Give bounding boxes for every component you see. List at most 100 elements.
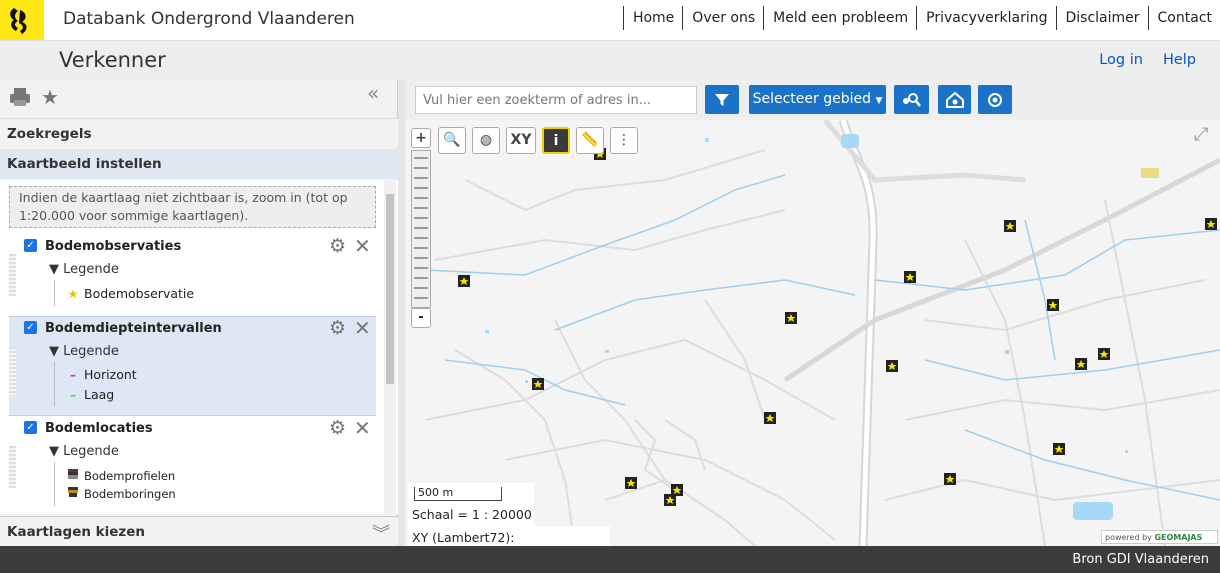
gear-icon[interactable]: ⚙ [329, 318, 346, 338]
nav-contact[interactable]: Contact [1147, 6, 1220, 30]
drag-handle[interactable] [9, 347, 16, 395]
drag-handle[interactable] [9, 446, 16, 488]
layer-list: Indien de kaartlaag niet zichtbaar is, z… [0, 180, 398, 514]
section-kaartbeeld[interactable]: Kaartbeeld instellen [0, 149, 398, 179]
footer-source: Bron GDI Vlaanderen [1072, 552, 1209, 567]
legend-item-label: Bodemprofielen [84, 469, 176, 483]
legend-label: Legende [63, 344, 119, 359]
print-icon[interactable] [8, 86, 32, 108]
filter-button[interactable] [705, 85, 739, 114]
nav-over-ons[interactable]: Over ons [682, 6, 763, 30]
zoom-box-button[interactable]: 🔍 [438, 127, 466, 154]
flemish-lion-logo[interactable] [0, 0, 44, 40]
layer-list-scrollbar[interactable] [384, 180, 396, 514]
legend-item-label: Bodemboringen [84, 487, 176, 501]
sub-nav: Log in Help [1099, 52, 1196, 68]
panel-splitter[interactable] [398, 80, 405, 546]
nav-meld-probleem[interactable]: Meld een probleem [763, 6, 916, 30]
panel-tools: ★ [8, 86, 62, 108]
legend-item: Bodemboringen [66, 486, 176, 501]
home-search-icon [945, 91, 964, 108]
powered-by-text: powered by [1105, 533, 1152, 542]
full-extent-button[interactable]: ◍ [472, 127, 500, 154]
section-kaartlagen-kiezen[interactable]: Kaartlagen kiezen [0, 516, 398, 546]
layer-name: Bodemdiepteintervallen [45, 321, 222, 336]
left-panel: ★ « Zoekregels Kaartbeeld instellen Indi… [0, 80, 398, 546]
top-nav: Home Over ons Meld een probleem Privacyv… [622, 6, 1220, 30]
layer-bodemlocaties: ✓ Bodemlocaties ⚙ ✕ ▼ Legende Bodemprofi… [9, 416, 376, 514]
legend-label: Legende [63, 262, 119, 277]
home-tool-button[interactable] [938, 85, 971, 114]
zoom-slider[interactable] [411, 150, 431, 308]
layer-checkbox[interactable]: ✓ [24, 239, 37, 252]
nav-home[interactable]: Home [622, 6, 682, 30]
legend-tree-line [54, 462, 55, 506]
nav-disclaimer[interactable]: Disclaimer [1055, 6, 1148, 30]
page-title: Verkenner [59, 48, 166, 72]
layer-bodemdiepteintervallen: ✓ Bodemdiepteintervallen ⚙ ✕ ▼ Legende –… [9, 316, 376, 416]
top-header: Databank Ondergrond Vlaanderen Home Over… [0, 0, 1220, 40]
select-area-button[interactable]: Selecteer gebied ▼ [749, 85, 886, 114]
triangle-down-icon: ▼ [49, 262, 59, 277]
legend-toggle[interactable]: ▼ Legende [49, 344, 119, 359]
line-symbol-icon: – [70, 388, 76, 402]
search-input[interactable] [415, 86, 697, 114]
scale-text: Schaal = 1 : 20000 [412, 507, 532, 522]
login-link[interactable]: Log in [1099, 52, 1143, 68]
drag-handle[interactable] [9, 254, 16, 296]
powered-by-badge[interactable]: powered by GEOMAJAS [1101, 530, 1218, 544]
section-zoekregels[interactable]: Zoekregels [0, 118, 398, 148]
drill-icon: ⋮ [617, 132, 631, 148]
nav-privacy[interactable]: Privacyverklaring [916, 6, 1055, 30]
gear-icon[interactable]: ⚙ [329, 236, 346, 256]
globe-icon: ◍ [479, 132, 493, 148]
legend-item: Bodemprofielen [66, 468, 175, 483]
ruler-icon: 📏 [581, 132, 599, 148]
drill-button[interactable]: ⋮ [610, 127, 638, 154]
help-link[interactable]: Help [1163, 52, 1196, 68]
profile-symbol-icon [66, 468, 80, 483]
info-icon: i [553, 133, 559, 149]
line-symbol-icon: – [70, 368, 76, 382]
layer-checkbox[interactable]: ✓ [24, 321, 37, 334]
star-symbol-icon: ★ [67, 287, 79, 301]
layer-bodemobservaties: ✓ Bodemobservaties ⚙ ✕ ▼ Legende ★ Bodemo… [9, 234, 376, 316]
legend-item: – Laag [66, 387, 114, 402]
gear-icon[interactable]: ⚙ [329, 418, 346, 438]
geomajas-logo: GEOMAJAS [1154, 533, 1203, 542]
zoom-magnifier-icon: 🔍 [443, 132, 461, 148]
legend-item: ★ Bodemobservatie [66, 286, 194, 301]
caret-down-icon: ▼ [875, 96, 883, 106]
expand-down-icon[interactable]: ︾ [372, 520, 390, 546]
legend-tree-line [54, 280, 55, 306]
legend-toggle[interactable]: ▼ Legende [49, 444, 119, 459]
fullscreen-icon[interactable]: ⤢ [1194, 124, 1208, 145]
layer-checkbox[interactable]: ✓ [24, 421, 37, 434]
layer-name: Bodemobservaties [45, 239, 182, 254]
legend-item-label: Laag [84, 387, 115, 402]
legend-toggle[interactable]: ▼ Legende [49, 262, 119, 277]
identify-tool-button[interactable] [894, 85, 929, 114]
locate-tool-button[interactable] [978, 85, 1012, 114]
app-title[interactable]: Databank Ondergrond Vlaanderen [63, 9, 355, 29]
legend-item: – Horizont [66, 367, 137, 382]
close-icon[interactable]: ✕ [354, 236, 371, 256]
zoom-out-button[interactable]: - [411, 308, 431, 328]
footer: Bron GDI Vlaanderen [0, 546, 1220, 573]
measure-button[interactable]: 📏 [576, 127, 604, 154]
info-button[interactable]: i [542, 127, 570, 154]
collapse-panel-icon[interactable]: « [367, 82, 389, 104]
star-icon[interactable]: ★ [38, 86, 62, 108]
zoom-in-button[interactable]: + [411, 128, 431, 148]
map-area: Selecteer gebied ▼ [405, 80, 1220, 546]
xy-readout: XY (Lambert72): [408, 526, 610, 546]
identify-icon [902, 93, 921, 107]
xy-button[interactable]: XY [506, 127, 536, 154]
select-area-label: Selecteer gebied [752, 91, 872, 107]
close-icon[interactable]: ✕ [354, 318, 371, 338]
boring-symbol-icon [66, 486, 80, 501]
close-icon[interactable]: ✕ [354, 418, 371, 438]
scroll-thumb[interactable] [386, 194, 394, 384]
legend-item-label: Horizont [84, 367, 137, 382]
map-toolbar: Selecteer gebied ▼ [405, 80, 1220, 120]
